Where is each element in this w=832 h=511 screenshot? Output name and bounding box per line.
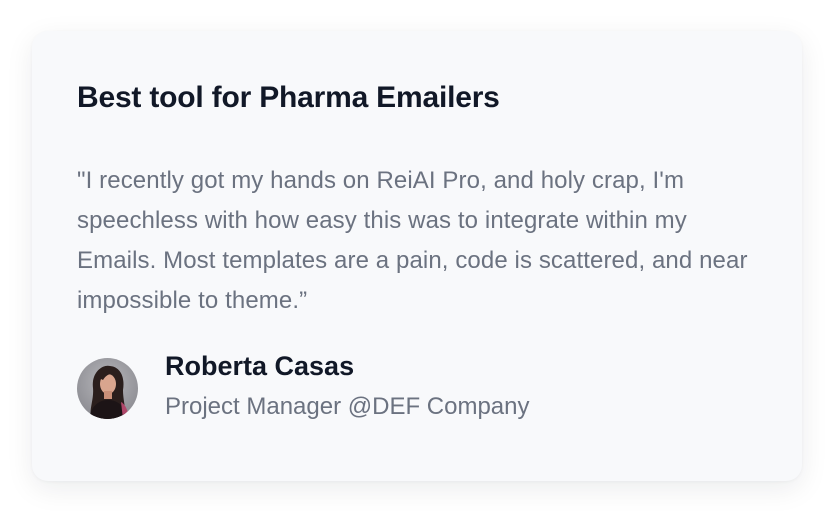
author-block: Roberta Casas Project Manager @DEF Compa… bbox=[77, 351, 530, 423]
testimonial-card: Best tool for Pharma Emailers "I recentl… bbox=[32, 31, 802, 481]
author-info: Roberta Casas Project Manager @DEF Compa… bbox=[165, 349, 530, 423]
avatar bbox=[77, 357, 138, 419]
avatar-photo-icon bbox=[77, 357, 138, 419]
author-role: Project Manager @DEF Company bbox=[165, 393, 530, 420]
testimonial-title: Best tool for Pharma Emailers bbox=[77, 81, 500, 114]
author-name: Roberta Casas bbox=[165, 351, 355, 381]
testimonial-quote: "I recently got my hands on ReiAI Pro, a… bbox=[77, 167, 748, 314]
